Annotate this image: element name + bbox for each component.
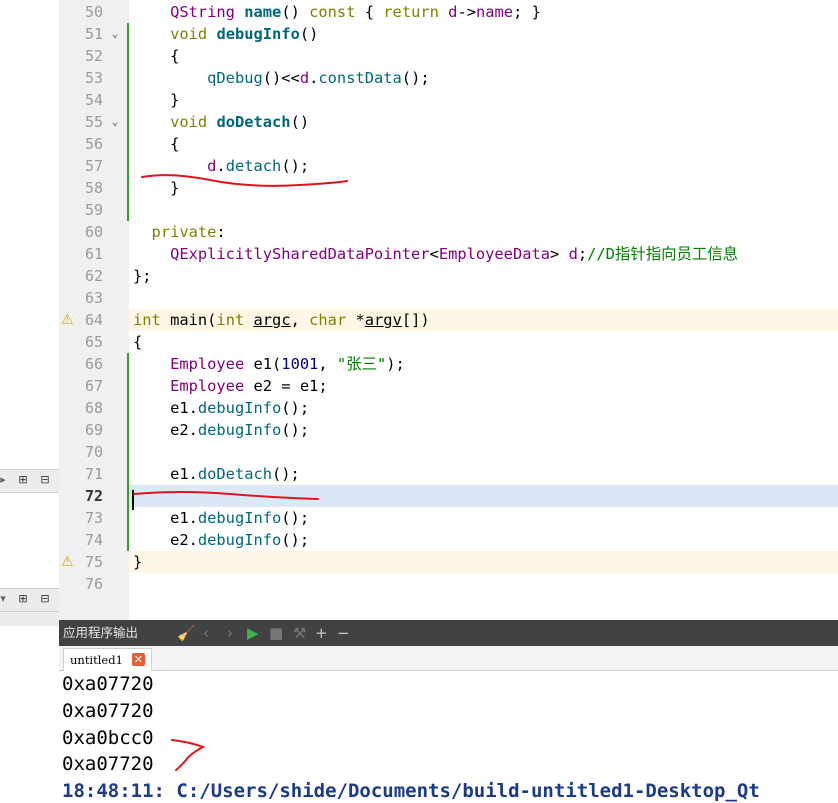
line-number: 50 — [84, 3, 103, 21]
sidebar-toolbar-lower: ▾ ⊞ ⊟ — [0, 588, 59, 612]
line-number: 73 — [84, 509, 103, 527]
line-number: 70 — [84, 443, 103, 461]
line-number: 68 — [84, 399, 103, 417]
code-line[interactable]: } — [133, 89, 179, 111]
clear-icon[interactable]: 🧹 — [177, 620, 196, 646]
stop-icon[interactable]: ■ — [269, 620, 283, 646]
split-icon[interactable]: ⊞ — [16, 592, 30, 606]
sidebar-toolbar-upper: ▸ ⊞ ⊟ — [0, 469, 59, 493]
line-number: 63 — [84, 289, 103, 307]
code-editor[interactable]: 50 QString name() const { return d->name… — [59, 0, 838, 620]
minus-icon[interactable]: − — [337, 620, 350, 646]
split-icon[interactable]: ⊞ — [16, 473, 30, 487]
line-number: 76 — [84, 575, 103, 593]
line-number: 65 — [84, 333, 103, 351]
line-number: 66 — [84, 355, 103, 373]
line-number: 57 — [84, 157, 103, 175]
application-output: 0xa07720 0xa07720 0xa0bcc0 0xa07720 18:4… — [59, 671, 838, 803]
left-sidebar-strip: ▸ ⊞ ⊟ ▾ ⊞ ⊟ — [0, 0, 59, 803]
output-line: 0xa0bcc0 — [62, 727, 154, 749]
code-line[interactable]: e2.debugInfo(); — [133, 419, 309, 441]
plus-icon[interactable]: + — [315, 620, 328, 646]
line-number: 54 — [84, 91, 103, 109]
code-line[interactable]: d.detach(); — [133, 155, 309, 177]
line-number: 58 — [84, 179, 103, 197]
code-line[interactable]: qDebug()<<d.constData(); — [133, 67, 429, 89]
output-status-line: 18:48:11: C:/Users/shide/Documents/build… — [62, 780, 760, 802]
warning-icon[interactable]: ⚠ — [61, 551, 77, 573]
output-pane-title: 应用程序输出 — [63, 625, 139, 640]
code-line[interactable]: QExplicitlySharedDataPointer<EmployeeDat… — [133, 243, 738, 265]
current-line-highlight — [129, 485, 838, 507]
next-icon[interactable]: › — [227, 620, 233, 646]
line-number: 56 — [84, 135, 103, 153]
line-number: 52 — [84, 47, 103, 65]
modified-lines-marker — [127, 353, 129, 551]
line-number: 74 — [84, 531, 103, 549]
code-line[interactable]: int main(int argc, char *argv[]) — [133, 309, 430, 331]
attach-debugger-icon[interactable]: ⚒ — [293, 620, 306, 646]
code-line[interactable]: } — [133, 177, 179, 199]
code-line[interactable]: e1.doDetach(); — [133, 463, 300, 485]
text-cursor — [132, 490, 134, 510]
code-line[interactable]: e1.debugInfo(); — [133, 507, 309, 529]
output-tab-label: untitled1 — [70, 653, 123, 667]
dropdown-arrow-icon[interactable]: ▾ — [0, 592, 10, 606]
code-line[interactable]: private: — [133, 221, 226, 243]
collapse-icon[interactable]: ⊟ — [38, 473, 52, 487]
fold-arrow-icon[interactable]: ⌄ — [109, 23, 121, 45]
code-line[interactable]: { — [133, 133, 179, 155]
output-pane-toolbar: 应用程序输出 🧹 ‹ › ▶ ■ ⚒ + − — [59, 620, 838, 646]
line-number: 59 — [84, 201, 103, 219]
line-number: 71 — [84, 465, 103, 483]
code-line[interactable]: { — [133, 45, 179, 67]
code-line[interactable]: void debugInfo() — [133, 23, 318, 45]
code-line[interactable]: e1.debugInfo(); — [133, 397, 309, 419]
output-tab[interactable]: untitled1 ✕ — [63, 648, 152, 671]
modified-lines-marker — [127, 23, 129, 221]
line-number: 72 — [84, 487, 103, 505]
line-number: 67 — [84, 377, 103, 395]
close-icon[interactable]: ✕ — [131, 653, 145, 666]
code-line[interactable]: } — [133, 551, 142, 573]
line-number: 51 — [84, 25, 103, 43]
output-tab-bar: untitled1 ✕ — [59, 646, 838, 671]
line-number: 60 — [84, 223, 103, 241]
line-number: 55 — [84, 113, 103, 131]
warning-icon[interactable]: ⚠ — [61, 309, 77, 331]
warning-line-highlight — [129, 551, 838, 573]
output-line: 0xa07720 — [62, 700, 154, 722]
code-line[interactable]: Employee e2 = e1; — [133, 375, 328, 397]
output-line: 0xa07720 — [62, 753, 154, 775]
code-line[interactable]: Employee e1(1001, "张三"); — [133, 353, 405, 375]
output-line: 0xa07720 — [62, 673, 154, 695]
sidebar-panel-header — [0, 612, 59, 626]
run-icon[interactable]: ▶ — [247, 620, 259, 646]
line-number: 69 — [84, 421, 103, 439]
dropdown-arrow-icon[interactable]: ▸ — [0, 473, 10, 487]
line-number: 61 — [84, 245, 103, 263]
fold-arrow-icon[interactable]: ⌄ — [109, 111, 121, 133]
line-number: 53 — [84, 69, 103, 87]
prev-icon[interactable]: ‹ — [203, 620, 209, 646]
code-line[interactable]: }; — [133, 265, 152, 287]
code-line[interactable]: QString name() const { return d->name; } — [133, 1, 541, 23]
line-number: 62 — [84, 267, 103, 285]
code-line[interactable]: { — [133, 331, 142, 353]
code-line[interactable]: e2.debugInfo(); — [133, 529, 309, 551]
code-line[interactable]: void doDetach() — [133, 111, 309, 133]
collapse-icon[interactable]: ⊟ — [38, 592, 52, 606]
